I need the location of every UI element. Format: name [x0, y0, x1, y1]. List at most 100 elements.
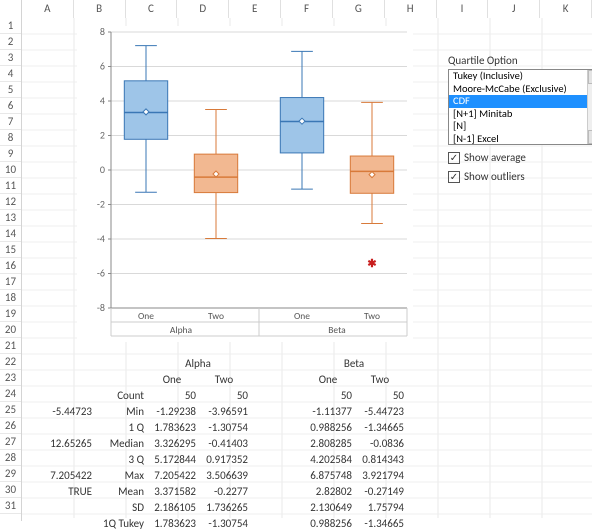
cell[interactable]: -1.34665	[356, 420, 408, 436]
cell[interactable]: -1.30754	[200, 516, 252, 532]
col-header-I[interactable]: I	[437, 0, 489, 18]
row-header-2[interactable]: 2	[0, 34, 21, 50]
cell[interactable]: -0.41403	[200, 436, 252, 452]
row-header-14[interactable]: 14	[0, 226, 21, 242]
cell[interactable]: -1.29238	[148, 404, 200, 420]
row-label[interactable]: Mean	[96, 484, 148, 500]
row-header-30[interactable]: 30	[0, 482, 21, 498]
col-header-G[interactable]: G	[333, 0, 385, 18]
cell[interactable]: -1.34665	[356, 516, 408, 532]
row-header-17[interactable]: 17	[0, 274, 21, 290]
show-outliers-checkbox[interactable]: ✓ Show outliers	[448, 170, 592, 183]
scroll-down-button[interactable]: ▼	[588, 130, 592, 144]
cell[interactable]: -0.0836	[356, 436, 408, 452]
row-header-29[interactable]: 29	[0, 466, 21, 482]
row-label[interactable]: Count	[96, 388, 148, 404]
cell[interactable]	[44, 452, 96, 468]
cell[interactable]: 7.205422	[44, 468, 96, 484]
row-header-1[interactable]: 1	[0, 18, 21, 34]
cell[interactable]: 5.172844	[148, 452, 200, 468]
cell[interactable]: 6.875748	[304, 468, 356, 484]
row-header-4[interactable]: 4	[0, 66, 21, 82]
row-header-24[interactable]: 24	[0, 386, 21, 402]
cell[interactable]: -0.2277	[200, 484, 252, 500]
row-label[interactable]: Median	[96, 436, 148, 452]
quartile-option-item[interactable]: CDF	[449, 95, 587, 108]
row-label[interactable]: 1 Q	[96, 420, 148, 436]
cell[interactable]: 2.82802	[304, 484, 356, 500]
cell[interactable]	[44, 500, 96, 516]
cell[interactable]: 7.205422	[148, 468, 200, 484]
quartile-option-item[interactable]: [N-1] Excel	[449, 133, 587, 145]
row-header-12[interactable]: 12	[0, 194, 21, 210]
row-header-21[interactable]: 21	[0, 338, 21, 354]
row-label[interactable]: Min	[96, 404, 148, 420]
cell[interactable]: -3.96591	[200, 404, 252, 420]
col-header-D[interactable]: D	[177, 0, 229, 18]
cell[interactable]: -0.27149	[356, 484, 408, 500]
cell[interactable]	[44, 420, 96, 436]
cell[interactable]: 12.65265	[44, 436, 96, 452]
cell[interactable]: -5.44723	[356, 404, 408, 420]
cell[interactable]: 3.326295	[148, 436, 200, 452]
cell[interactable]	[44, 516, 96, 532]
show-average-checkbox[interactable]: ✓ Show average	[448, 151, 592, 164]
cell[interactable]: 0.988256	[304, 420, 356, 436]
row-header-16[interactable]: 16	[0, 258, 21, 274]
cell[interactable]	[44, 388, 96, 404]
cell[interactable]: 3.506639	[200, 468, 252, 484]
row-header-22[interactable]: 22	[0, 354, 21, 370]
row-header-25[interactable]: 25	[0, 402, 21, 418]
col-header-B[interactable]: B	[74, 0, 126, 18]
cell[interactable]: 1.783623	[148, 516, 200, 532]
scroll-track[interactable]	[588, 84, 592, 130]
cell[interactable]: -1.11377	[304, 404, 356, 420]
listbox-scrollbar[interactable]: ▲ ▼	[587, 70, 592, 144]
cell[interactable]: 2.130649	[304, 500, 356, 516]
row-header-26[interactable]: 26	[0, 418, 21, 434]
row-header-15[interactable]: 15	[0, 242, 21, 258]
row-header-28[interactable]: 28	[0, 450, 21, 466]
cell[interactable]: 50	[304, 388, 356, 404]
row-header-11[interactable]: 11	[0, 178, 21, 194]
cell[interactable]: -5.44723	[44, 404, 96, 420]
col-header-K[interactable]: K	[540, 0, 592, 18]
cell[interactable]: 3.921794	[356, 468, 408, 484]
quartile-option-item[interactable]: [N+1] Minitab	[449, 108, 587, 121]
col-header-H[interactable]: H	[385, 0, 437, 18]
col-header-C[interactable]: C	[126, 0, 178, 18]
cell[interactable]: 50	[148, 388, 200, 404]
cell[interactable]: 50	[356, 388, 408, 404]
row-label[interactable]: 1Q Tukey	[96, 516, 148, 532]
row-header-6[interactable]: 6	[0, 98, 21, 114]
row-header-31[interactable]: 31	[0, 498, 21, 514]
cell[interactable]: 2.808285	[304, 436, 356, 452]
row-header-18[interactable]: 18	[0, 290, 21, 306]
row-label[interactable]: Max	[96, 468, 148, 484]
row-header-23[interactable]: 23	[0, 370, 21, 386]
row-header-19[interactable]: 19	[0, 306, 21, 322]
row-header-13[interactable]: 13	[0, 210, 21, 226]
quartile-option-item[interactable]: [N]	[449, 120, 587, 133]
quartile-option-item[interactable]: Tukey (Inclusive)	[449, 70, 587, 83]
cell[interactable]: 0.988256	[304, 516, 356, 532]
row-header-20[interactable]: 20	[0, 322, 21, 338]
cell[interactable]: -1.30754	[200, 420, 252, 436]
cell[interactable]: 0.917352	[200, 452, 252, 468]
cell[interactable]: 1.75794	[356, 500, 408, 516]
boxplot-chart[interactable]: -8-6-4-202468OneTwoOneTwoAlphaBeta✱	[77, 26, 413, 342]
row-header-8[interactable]: 8	[0, 130, 21, 146]
cell[interactable]: 0.814343	[356, 452, 408, 468]
cell[interactable]: 1.736265	[200, 500, 252, 516]
row-header-3[interactable]: 3	[0, 50, 21, 66]
row-header-9[interactable]: 9	[0, 146, 21, 162]
cell[interactable]: 2.186105	[148, 500, 200, 516]
row-header-7[interactable]: 7	[0, 114, 21, 130]
row-header-5[interactable]: 5	[0, 82, 21, 98]
cell[interactable]: 3.371582	[148, 484, 200, 500]
cell[interactable]: 50	[200, 388, 252, 404]
cell[interactable]: 4.202584	[304, 452, 356, 468]
quartile-option-listbox[interactable]: Tukey (Inclusive)Moore-McCabe (Exclusive…	[448, 69, 592, 145]
col-header-J[interactable]: J	[488, 0, 540, 18]
cell[interactable]: 1.783623	[148, 420, 200, 436]
